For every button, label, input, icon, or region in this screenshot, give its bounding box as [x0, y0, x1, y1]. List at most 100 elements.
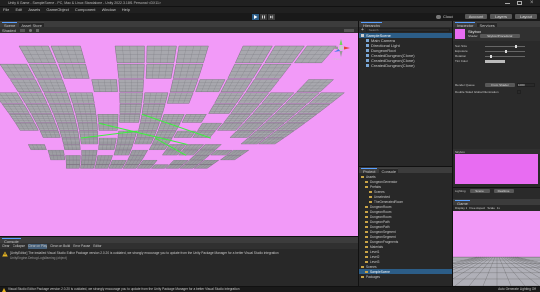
slider-handle[interactable] — [490, 55, 492, 58]
slider-handle[interactable] — [505, 50, 507, 53]
gameobject-icon — [366, 54, 369, 58]
game-render — [453, 211, 540, 286]
double-sided-gi-checkbox[interactable] — [517, 90, 521, 94]
folder-icon — [365, 180, 368, 184]
tab-asset-store[interactable]: Asset Store — [19, 21, 45, 27]
render-queue-dropdown[interactable]: From Shader — [485, 83, 515, 87]
tab-project[interactable]: Project — [361, 167, 378, 173]
tab-services[interactable]: Services — [477, 21, 497, 27]
menu-edit[interactable]: Edit — [15, 7, 22, 12]
folder-icon — [365, 205, 368, 209]
tab-console[interactable]: Console — [2, 237, 21, 243]
shading-mode-dropdown[interactable]: Shaded — [2, 28, 16, 33]
menu-window[interactable]: Window — [102, 7, 116, 12]
maximize-icon[interactable] — [517, 1, 522, 5]
menu-gameobject[interactable]: GameObject — [46, 7, 68, 12]
display-dropdown[interactable]: Display 1 — [455, 206, 467, 211]
tab-scene[interactable]: Scene — [2, 21, 18, 27]
audio-toggle-icon[interactable] — [35, 28, 39, 32]
gameobject-icon — [366, 64, 369, 68]
lighting-title: Lighting — [455, 189, 466, 193]
material-header: Skybox Shader Skybox/Procedural — [453, 27, 540, 41]
project-item[interactable]: Packages — [359, 274, 452, 279]
orientation-gizmo-icon — [332, 39, 350, 57]
tab-console-small[interactable]: Console — [379, 167, 399, 173]
pause-button[interactable] — [260, 14, 267, 20]
add-icon[interactable]: + — [361, 27, 364, 33]
status-bar: Visual Studio Editor Package version 2.0… — [0, 286, 540, 292]
tab-inspector[interactable]: Inspector — [455, 21, 476, 27]
folder-icon — [361, 275, 364, 279]
shader-dropdown[interactable]: Skybox/Procedural — [479, 34, 520, 38]
gameobject-icon — [366, 59, 369, 63]
game-panel: Game Display 1 Free Aspect Scale 1x — [452, 199, 540, 286]
close-icon[interactable]: × — [530, 0, 534, 6]
folder-icon — [365, 250, 368, 254]
render-queue-input[interactable]: 1000 — [517, 83, 535, 87]
folder-icon — [361, 175, 364, 179]
2d-toggle-icon[interactable] — [19, 28, 25, 32]
console-button[interactable]: Clear on Play — [28, 243, 48, 249]
gameobject-icon — [366, 44, 369, 48]
account-dropdown[interactable]: Account — [465, 14, 487, 19]
property-slider[interactable] — [485, 45, 525, 48]
menu-help[interactable]: Help — [122, 7, 130, 12]
folder-icon — [365, 240, 368, 244]
step-button[interactable] — [268, 14, 275, 20]
aspect-dropdown[interactable]: Free Aspect — [469, 206, 485, 211]
menu-file[interactable]: File — [3, 7, 9, 12]
console-button[interactable]: Clear — [2, 244, 10, 249]
slider-handle[interactable] — [515, 45, 517, 48]
tint-color-field[interactable] — [485, 60, 505, 63]
dungeon-tile — [169, 79, 199, 92]
material-preview — [455, 154, 538, 184]
scale-value[interactable]: 1x — [497, 206, 500, 211]
scene-viewport[interactable]: < Persp — [0, 33, 358, 236]
scene-icon — [361, 34, 364, 38]
lighting-realtime-dropdown[interactable]: Realtime — [493, 189, 514, 193]
scene-orientation-gizmo[interactable]: < Persp — [330, 37, 352, 62]
cloud-icon[interactable] — [436, 15, 441, 19]
folder-icon — [365, 185, 368, 189]
game-viewport[interactable] — [453, 211, 540, 286]
dungeon-tile — [141, 104, 166, 114]
persp-label[interactable]: < Persp — [331, 57, 341, 62]
lighting-toggle-icon[interactable] — [28, 28, 32, 32]
minimize-icon[interactable] — [505, 3, 510, 4]
status-right: Auto Generate Lighting Off — [498, 287, 536, 291]
property-slider[interactable] — [485, 55, 525, 58]
hierarchy-search-input[interactable]: Search — [365, 28, 450, 32]
console-button[interactable]: Clear on Build — [50, 244, 70, 249]
status-message[interactable]: Visual Studio Editor Package version 2.0… — [8, 287, 408, 292]
tab-hierarchy[interactable]: Hierarchy — [361, 21, 383, 27]
gizmos-dropdown[interactable] — [344, 28, 354, 32]
play-button[interactable] — [252, 14, 259, 20]
project-panel: Project Console Assets DungeonGenerator Pr… — [358, 166, 452, 286]
dungeon-tile — [91, 79, 118, 92]
hierarchy-item[interactable]: CreatedDungeon(Clone) — [359, 63, 452, 68]
shader-label: Shader — [468, 34, 478, 38]
scene-panel: Scene Asset Store Shaded < Persp — [0, 21, 358, 236]
console-button[interactable]: Editor — [93, 244, 101, 249]
material-property-row: Tint Color — [455, 59, 538, 64]
folder-icon — [365, 220, 368, 224]
menu-assets[interactable]: Assets — [28, 7, 40, 12]
dungeon-tile — [143, 92, 169, 104]
tab-game[interactable]: Game — [455, 199, 470, 205]
menu-component[interactable]: Component — [75, 7, 96, 12]
dungeon-tile — [68, 92, 95, 104]
dungeon-tile — [49, 104, 75, 114]
console-button[interactable]: Error Pause — [73, 244, 90, 249]
lighting-scene-dropdown[interactable]: Scene — [469, 189, 490, 193]
render-queue-label: Render Queue — [455, 83, 475, 87]
console-button[interactable]: Collapse — [13, 244, 25, 249]
step-icon — [270, 15, 274, 19]
lighting-panel: Lighting Scene Realtime — [452, 187, 540, 199]
project-item-label: Packages — [366, 275, 380, 279]
console-message[interactable]: [UnityEditor] The installed Visual Studi… — [0, 249, 358, 263]
property-label: Tint Color — [455, 59, 468, 63]
folder-icon — [365, 270, 368, 274]
property-slider[interactable] — [485, 50, 525, 53]
layers-dropdown[interactable]: Layers — [490, 14, 512, 19]
layout-dropdown[interactable]: Layout — [515, 14, 537, 19]
